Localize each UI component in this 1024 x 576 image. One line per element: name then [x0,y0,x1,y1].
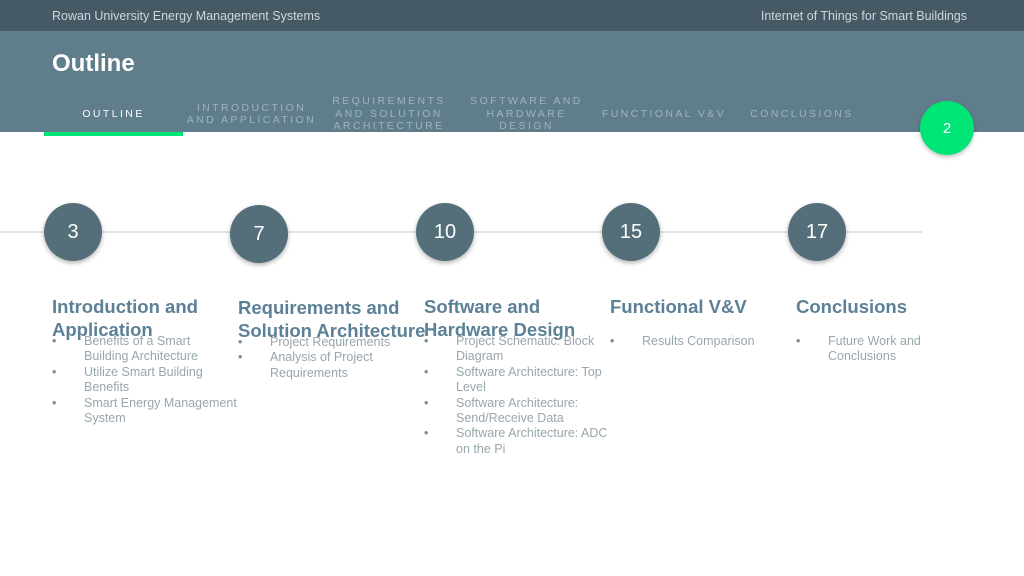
tab-introduction[interactable]: Introduction and Application [183,96,320,132]
top-bar: Rowan University Energy Management Syste… [0,0,1024,31]
list-item: Analysis of Project Requirements [238,350,423,381]
section-items: Results Comparison [610,334,795,350]
tab-functional-vv[interactable]: Functional V&V [595,96,733,132]
tab-software[interactable]: Software and Hardware Design [458,95,595,132]
tab-requirements[interactable]: Requirements and Solution Architecture [320,95,458,132]
list-item: Software Architecture: ADC on the Pi [424,426,609,457]
timeline-node-conclusions[interactable]: 17 [788,203,846,261]
list-item: Results Comparison [610,334,795,350]
tab-conclusions[interactable]: Conclusions [733,96,871,132]
section-items: Project Schematic: Block Diagram Softwar… [424,334,609,457]
list-item: Project Schematic: Block Diagram [424,334,609,365]
timeline-node-introduction[interactable]: 3 [44,203,102,261]
presentation-title: Rowan University Energy Management Syste… [52,9,321,23]
list-item: Software Architecture: Top Level [424,365,609,396]
list-item: Benefits of a Smart Building Architectur… [52,334,237,365]
section-items: Future Work and Conclusions [796,334,946,365]
active-tab-indicator [44,132,183,136]
section-items: Project Requirements Analysis of Project… [238,335,423,381]
section-title: Functional V&V [610,296,747,317]
list-item: Smart Energy Management System [52,396,237,427]
section-software: Software and Hardware Design Project Sch… [424,295,609,457]
list-item: Software Architecture: Send/Receive Data [424,396,609,427]
page-title: Outline [52,50,135,77]
list-item: Future Work and Conclusions [796,334,946,365]
tab-outline[interactable]: Outline [44,96,183,132]
section-introduction: Introduction and Application Benefits of… [52,295,237,426]
section-title: Conclusions [796,296,908,317]
presentation-subtitle: Internet of Things for Smart Buildings [760,9,967,23]
section-conclusions: Conclusions Future Work and Conclusions [796,295,981,365]
list-item: Project Requirements [238,335,423,351]
page-number-badge: 2 [920,101,974,155]
timeline-node-functional[interactable]: 15 [602,203,660,261]
section-requirements: Requirements and Solution Architecture P… [238,296,425,381]
section-functional-vv: Functional V&V Results Comparison [610,295,795,350]
timeline-node-requirements[interactable]: 7 [230,205,288,263]
section-items: Benefits of a Smart Building Architectur… [52,334,237,426]
timeline-node-software[interactable]: 10 [416,203,474,261]
list-item: Utilize Smart Building Benefits [52,365,237,396]
